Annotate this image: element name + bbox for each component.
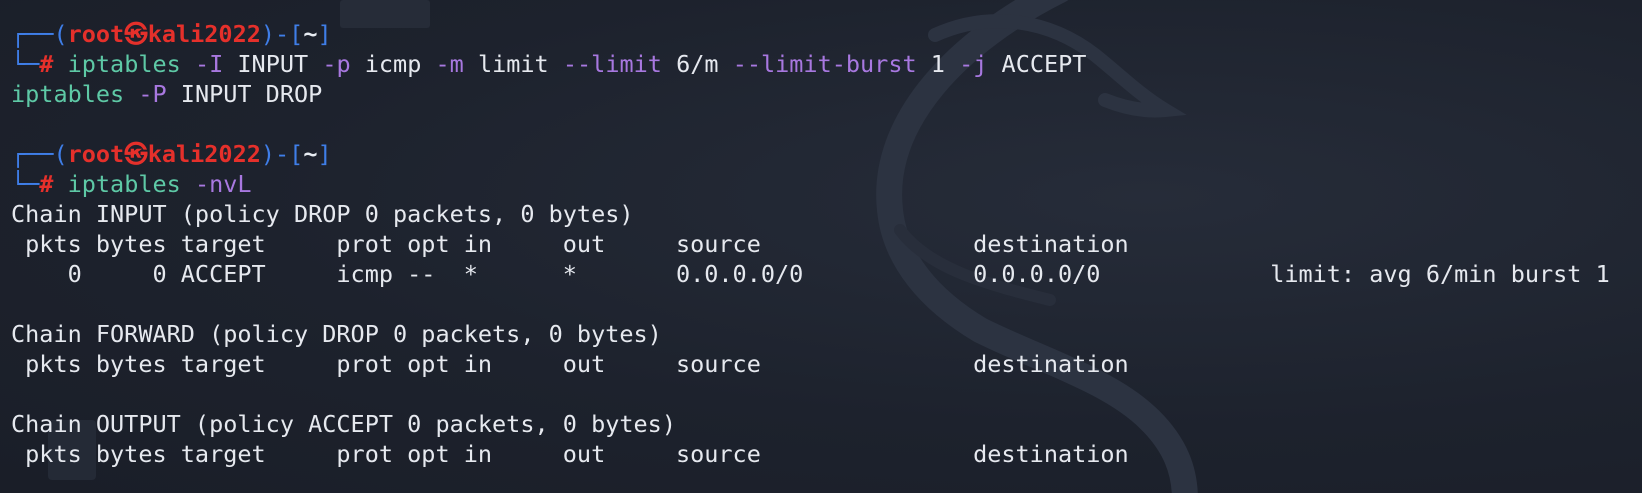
prompt-host: kali2022 xyxy=(147,20,261,48)
command-flag: -nvL xyxy=(194,170,252,198)
output-line: Chain INPUT (policy DROP 0 packets, 0 by… xyxy=(11,200,634,228)
prompt-path: ~ xyxy=(303,140,318,168)
prompt-box-bottom: └─ xyxy=(11,50,40,78)
prompt-box-bottom: └─ xyxy=(11,170,40,198)
terminal-window[interactable]: ┌──(root㉿kali2022)-[~] └─# iptables -I I… xyxy=(0,0,1642,493)
command-flag: -I xyxy=(194,50,224,78)
command-arg: 1 xyxy=(930,50,945,78)
command-name: iptables xyxy=(11,80,125,108)
prompt-box-left: ┌──( xyxy=(11,140,68,168)
command-flag: -m xyxy=(435,50,464,78)
prompt-user: root xyxy=(67,20,125,48)
terminal-content: ┌──(root㉿kali2022)-[~] └─# iptables -I I… xyxy=(11,19,1610,469)
output-line: pkts bytes target prot opt in out source… xyxy=(11,350,1129,378)
prompt-host: kali2022 xyxy=(147,140,261,168)
command-line: └─# iptables -I INPUT -p icmp -m limit -… xyxy=(11,49,1610,79)
prompt-hash: # xyxy=(39,170,54,198)
command-flag: --limit-burst xyxy=(732,50,917,78)
command-arg: INPUT xyxy=(237,50,309,78)
prompt-box-mid: )-[ xyxy=(260,140,304,168)
command-flag: -P xyxy=(138,80,167,108)
prompt-box-end: ] xyxy=(317,20,332,48)
prompt-path: ~ xyxy=(303,20,318,48)
prompt-user: root xyxy=(67,140,125,168)
output-line: pkts bytes target prot opt in out source… xyxy=(11,230,1129,258)
output-line: Chain FORWARD (policy DROP 0 packets, 0 … xyxy=(11,320,662,348)
prompt-box-left: ┌──( xyxy=(11,20,68,48)
command-line-continued: iptables -P INPUT DROP xyxy=(11,79,1610,109)
command-arg: limit xyxy=(477,50,549,78)
command-flag: --limit xyxy=(562,50,662,78)
output-line: Chain OUTPUT (policy ACCEPT 0 packets, 0… xyxy=(11,410,676,438)
command-arg: INPUT DROP xyxy=(180,80,323,108)
prompt-line: ┌──(root㉿kali2022)-[~] xyxy=(11,19,1610,49)
command-line: └─# iptables -nvL xyxy=(11,169,1610,199)
command-flag: -j xyxy=(959,50,988,78)
prompt-skull-icon: ㉿ xyxy=(124,20,148,48)
prompt-line: ┌──(root㉿kali2022)-[~] xyxy=(11,139,1610,169)
command-arg: icmp xyxy=(364,50,422,78)
prompt-box-mid: )-[ xyxy=(260,20,304,48)
command-name: iptables xyxy=(67,170,181,198)
prompt-skull-icon: ㉿ xyxy=(124,140,148,168)
command-arg: 6/m xyxy=(676,50,719,78)
prompt-box-end: ] xyxy=(317,140,332,168)
output-line: 0 0 ACCEPT icmp -- * * 0.0.0.0/0 0.0.0.0… xyxy=(11,260,1610,288)
command-arg: ACCEPT xyxy=(1001,50,1087,78)
output-line: pkts bytes target prot opt in out source… xyxy=(11,440,1129,468)
prompt-hash: # xyxy=(39,50,54,78)
command-flag: -p xyxy=(322,50,351,78)
command-name: iptables xyxy=(67,50,181,78)
